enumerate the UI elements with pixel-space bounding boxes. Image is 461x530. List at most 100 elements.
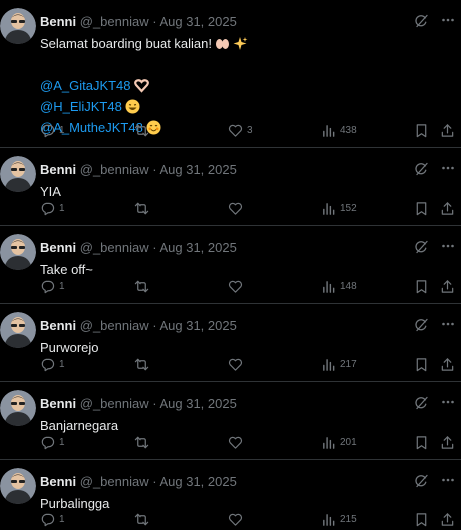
views-button[interactable]: 438	[321, 121, 357, 139]
like-button[interactable]	[228, 199, 247, 217]
bookmark-icon	[416, 512, 427, 526]
mention-link[interactable]: @H_EliJKT48	[40, 99, 122, 114]
author-handle[interactable]: @_benniaw	[80, 474, 149, 489]
repost-icon	[134, 124, 149, 136]
tweet[interactable]: Benni @_benniaw · Aug 31, 2025 Take off~…	[0, 226, 461, 304]
repost-button[interactable]	[134, 355, 153, 373]
share-button[interactable]	[440, 355, 455, 373]
author-handle[interactable]: @_benniaw	[80, 318, 149, 333]
share-button[interactable]	[440, 433, 455, 451]
mention-link[interactable]: @A_GitaJKT48	[40, 78, 131, 93]
reply-button[interactable]: 1	[40, 277, 65, 295]
tweet[interactable]: Benni @_benniaw · Aug 31, 2025 Selamat b…	[0, 0, 461, 148]
reply-button[interactable]: 1	[40, 510, 65, 528]
author-handle[interactable]: @_benniaw	[80, 396, 149, 411]
views-button[interactable]: 201	[321, 433, 357, 451]
bookmark-button[interactable]	[414, 355, 429, 373]
share-button[interactable]	[440, 510, 455, 528]
views-count: 201	[340, 436, 357, 448]
repost-icon	[134, 436, 149, 448]
dot-separator: ·	[152, 162, 157, 177]
avatar[interactable]	[0, 390, 36, 426]
bookmark-button[interactable]	[414, 277, 429, 295]
tweet[interactable]: Benni @_benniaw · Aug 31, 2025 Purbaling…	[0, 460, 461, 530]
author-name[interactable]: Benni	[40, 240, 76, 255]
more-icon[interactable]	[440, 238, 456, 254]
sparkles-emoji	[233, 36, 248, 51]
like-button[interactable]	[228, 510, 247, 528]
author-name[interactable]: Benni	[40, 162, 76, 177]
share-icon	[441, 123, 454, 137]
tweet[interactable]: Benni @_benniaw · Aug 31, 2025 YIA 1 152	[0, 148, 461, 226]
grok-icon[interactable]	[413, 161, 429, 177]
dot-separator: ·	[152, 318, 157, 333]
more-icon[interactable]	[440, 472, 456, 488]
tweet-date[interactable]: Aug 31, 2025	[159, 318, 236, 333]
share-button[interactable]	[440, 277, 455, 295]
tweet-actions: 1 148	[0, 277, 461, 295]
bookmark-button[interactable]	[414, 199, 429, 217]
reply-icon	[41, 358, 55, 371]
author-name[interactable]: Benni	[40, 14, 76, 29]
bookmark-button[interactable]	[414, 121, 429, 139]
like-button[interactable]: 3	[228, 121, 253, 139]
repost-button[interactable]	[134, 277, 153, 295]
reply-icon	[41, 202, 55, 215]
share-icon	[441, 512, 454, 526]
dot-separator: ·	[152, 14, 157, 29]
reply-button[interactable]: 1	[40, 121, 65, 139]
repost-button[interactable]	[134, 121, 153, 139]
views-button[interactable]: 215	[321, 510, 357, 528]
tweet-header: Benni @_benniaw · Aug 31, 2025	[40, 13, 409, 31]
author-handle[interactable]: @_benniaw	[80, 240, 149, 255]
author-name[interactable]: Benni	[40, 318, 76, 333]
more-icon[interactable]	[440, 394, 456, 410]
author-handle[interactable]: @_benniaw	[80, 162, 149, 177]
views-button[interactable]: 152	[321, 199, 357, 217]
grok-icon[interactable]	[413, 395, 429, 411]
views-button[interactable]: 217	[321, 355, 357, 373]
like-button[interactable]	[228, 277, 247, 295]
bookmark-button[interactable]	[414, 510, 429, 528]
grok-icon[interactable]	[413, 13, 429, 29]
more-icon[interactable]	[440, 12, 456, 28]
repost-button[interactable]	[134, 199, 153, 217]
views-icon	[323, 202, 335, 215]
tweet-date[interactable]: Aug 31, 2025	[159, 14, 236, 29]
views-button[interactable]: 148	[321, 277, 357, 295]
share-button[interactable]	[440, 121, 455, 139]
tweet-date[interactable]: Aug 31, 2025	[159, 396, 236, 411]
author-name[interactable]: Benni	[40, 396, 76, 411]
bookmark-button[interactable]	[414, 433, 429, 451]
tweet-date[interactable]: Aug 31, 2025	[159, 162, 236, 177]
repost-button[interactable]	[134, 510, 153, 528]
author-handle[interactable]: @_benniaw	[80, 14, 149, 29]
like-button[interactable]	[228, 355, 247, 373]
more-icon[interactable]	[440, 160, 456, 176]
reply-button[interactable]: 1	[40, 355, 65, 373]
repost-button[interactable]	[134, 433, 153, 451]
avatar[interactable]	[0, 468, 36, 504]
tweet-date[interactable]: Aug 31, 2025	[159, 474, 236, 489]
reply-button[interactable]: 1	[40, 433, 65, 451]
like-icon	[228, 124, 243, 137]
avatar[interactable]	[0, 156, 36, 192]
grok-icon[interactable]	[413, 473, 429, 489]
author-name[interactable]: Benni	[40, 474, 76, 489]
avatar[interactable]	[0, 8, 36, 44]
tweet[interactable]: Benni @_benniaw · Aug 31, 2025 Purworejo…	[0, 304, 461, 382]
tweet-actions: 1 152	[0, 199, 461, 217]
bookmark-icon	[416, 123, 427, 137]
tweet-date[interactable]: Aug 31, 2025	[159, 240, 236, 255]
avatar[interactable]	[0, 312, 36, 348]
more-icon[interactable]	[440, 316, 456, 332]
grok-icon[interactable]	[413, 239, 429, 255]
views-count: 215	[340, 513, 357, 525]
grok-icon[interactable]	[413, 317, 429, 333]
tweet-actions: 1 217	[0, 355, 461, 373]
reply-button[interactable]: 1	[40, 199, 65, 217]
tweet[interactable]: Benni @_benniaw · Aug 31, 2025 Banjarneg…	[0, 382, 461, 460]
share-button[interactable]	[440, 199, 455, 217]
like-button[interactable]	[228, 433, 247, 451]
avatar[interactable]	[0, 234, 36, 270]
